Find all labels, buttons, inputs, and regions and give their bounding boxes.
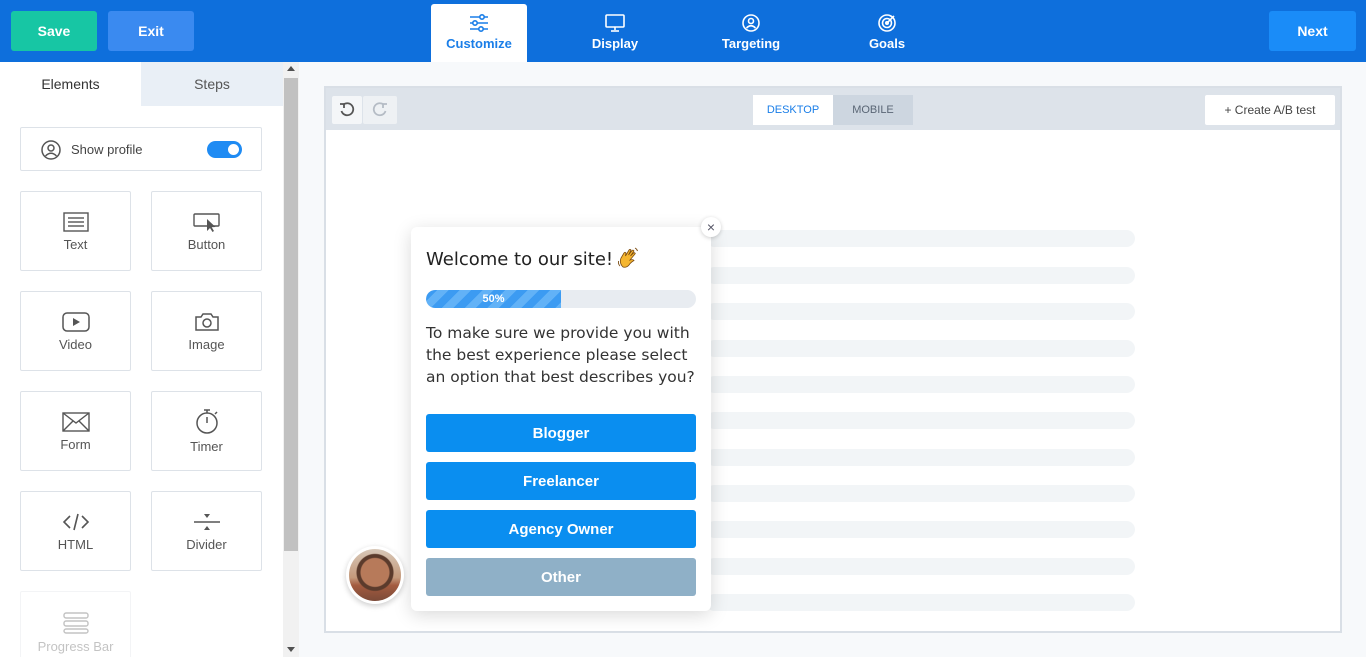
- popup-title: Welcome to our site!: [426, 247, 639, 270]
- redo-button[interactable]: [363, 96, 397, 124]
- sidebar: Elements Steps Show profile Text Button …: [0, 62, 283, 657]
- next-button[interactable]: Next: [1269, 11, 1356, 51]
- progress-label: 50%: [482, 293, 505, 305]
- element-image[interactable]: Image: [151, 291, 262, 371]
- toggle-knob: [228, 144, 239, 155]
- element-label: Timer: [190, 439, 223, 454]
- button-cursor-icon: [192, 213, 220, 232]
- undo-icon: [340, 102, 355, 117]
- element-timer[interactable]: Timer: [151, 391, 262, 471]
- skeleton-line: [706, 412, 1135, 429]
- tab-label: Targeting: [721, 36, 781, 51]
- avatar-photo: [349, 549, 401, 601]
- text-icon: [62, 212, 89, 232]
- element-form[interactable]: Form: [20, 391, 131, 471]
- popup-question: To make sure we provide you with the bes…: [426, 324, 695, 386]
- exit-button[interactable]: Exit: [108, 11, 194, 51]
- canvas-toolbar: DESKTOP MOBILE + Create A/B test: [326, 88, 1340, 130]
- video-icon: [61, 312, 90, 332]
- element-label: Button: [187, 237, 226, 252]
- element-html[interactable]: HTML: [20, 491, 131, 571]
- popup-preview: Welcome to our site! 50% To make sure we…: [411, 227, 711, 611]
- tab-label: Display: [591, 36, 639, 51]
- option-button[interactable]: Blogger: [426, 414, 696, 452]
- popup-title-text: Welcome to our site!: [426, 249, 614, 270]
- target-user-icon: [742, 14, 760, 32]
- tab-label: Goals: [868, 36, 906, 51]
- tab-targeting[interactable]: Targeting: [703, 4, 799, 62]
- scrollbar-thumb[interactable]: [284, 78, 298, 551]
- stopwatch-icon: [195, 409, 218, 434]
- avatar: [346, 546, 404, 604]
- goal-target-icon: [878, 14, 896, 32]
- skeleton-line: [706, 558, 1135, 575]
- tab-elements[interactable]: Elements: [0, 62, 141, 106]
- element-video[interactable]: Video: [20, 291, 131, 371]
- show-profile-row: Show profile: [20, 127, 262, 171]
- redo-icon: [372, 102, 387, 117]
- tab-steps[interactable]: Steps: [141, 62, 283, 106]
- element-progress-bar[interactable]: Progress Bar: [20, 591, 131, 657]
- camera-icon: [194, 313, 219, 331]
- divider-icon: [193, 514, 220, 530]
- option-button[interactable]: Agency Owner: [426, 510, 696, 548]
- option-button[interactable]: Other: [426, 558, 696, 596]
- monitor-icon: [605, 14, 625, 32]
- element-text[interactable]: Text: [20, 191, 131, 271]
- create-ab-test-button[interactable]: + Create A/B test: [1205, 95, 1335, 125]
- waving-hand-icon: [618, 247, 639, 268]
- tab-label: Customize: [446, 36, 512, 51]
- sidebar-scrollbar[interactable]: [283, 62, 299, 657]
- element-label: HTML: [57, 537, 94, 552]
- tab-display[interactable]: Display: [567, 4, 663, 62]
- popup-progress-bar: 50%: [426, 290, 696, 308]
- skeleton-line: [706, 303, 1135, 320]
- element-label: Text: [63, 237, 88, 252]
- skeleton-line: [706, 230, 1135, 247]
- element-divider[interactable]: Divider: [151, 491, 262, 571]
- skeleton-line: [706, 594, 1135, 611]
- code-icon: [62, 513, 89, 531]
- save-button[interactable]: Save: [11, 11, 97, 51]
- skeleton-line: [706, 376, 1135, 393]
- sliders-icon: [470, 14, 488, 32]
- element-label: Image: [188, 337, 225, 352]
- show-profile-label: Show profile: [71, 142, 143, 157]
- popup-close-button[interactable]: ×: [701, 217, 721, 237]
- show-profile-toggle[interactable]: [207, 141, 242, 158]
- element-button[interactable]: Button: [151, 191, 262, 271]
- skeleton-line: [706, 485, 1135, 502]
- tab-goals[interactable]: Goals: [839, 4, 935, 62]
- element-label: Divider: [186, 537, 227, 552]
- tab-customize[interactable]: Customize: [431, 4, 527, 62]
- skeleton-line: [706, 267, 1135, 284]
- device-tab-desktop[interactable]: DESKTOP: [753, 95, 833, 125]
- top-bar: Save Exit Customize Display Targeting Go…: [0, 0, 1366, 62]
- element-label: Form: [60, 437, 91, 452]
- skeleton-line: [706, 340, 1135, 357]
- scroll-down-arrow-icon[interactable]: [287, 647, 295, 652]
- skeleton-line: [706, 521, 1135, 538]
- element-label: Progress Bar: [37, 639, 114, 654]
- element-label: Video: [58, 337, 92, 352]
- skeleton-line: [706, 449, 1135, 466]
- scroll-up-arrow-icon[interactable]: [287, 66, 295, 71]
- user-circle-icon: [41, 140, 61, 160]
- envelope-icon: [61, 412, 90, 432]
- undo-button[interactable]: [332, 96, 362, 124]
- device-tab-mobile[interactable]: MOBILE: [833, 95, 913, 125]
- option-button[interactable]: Freelancer: [426, 462, 696, 500]
- progress-bar-icon: [62, 612, 89, 634]
